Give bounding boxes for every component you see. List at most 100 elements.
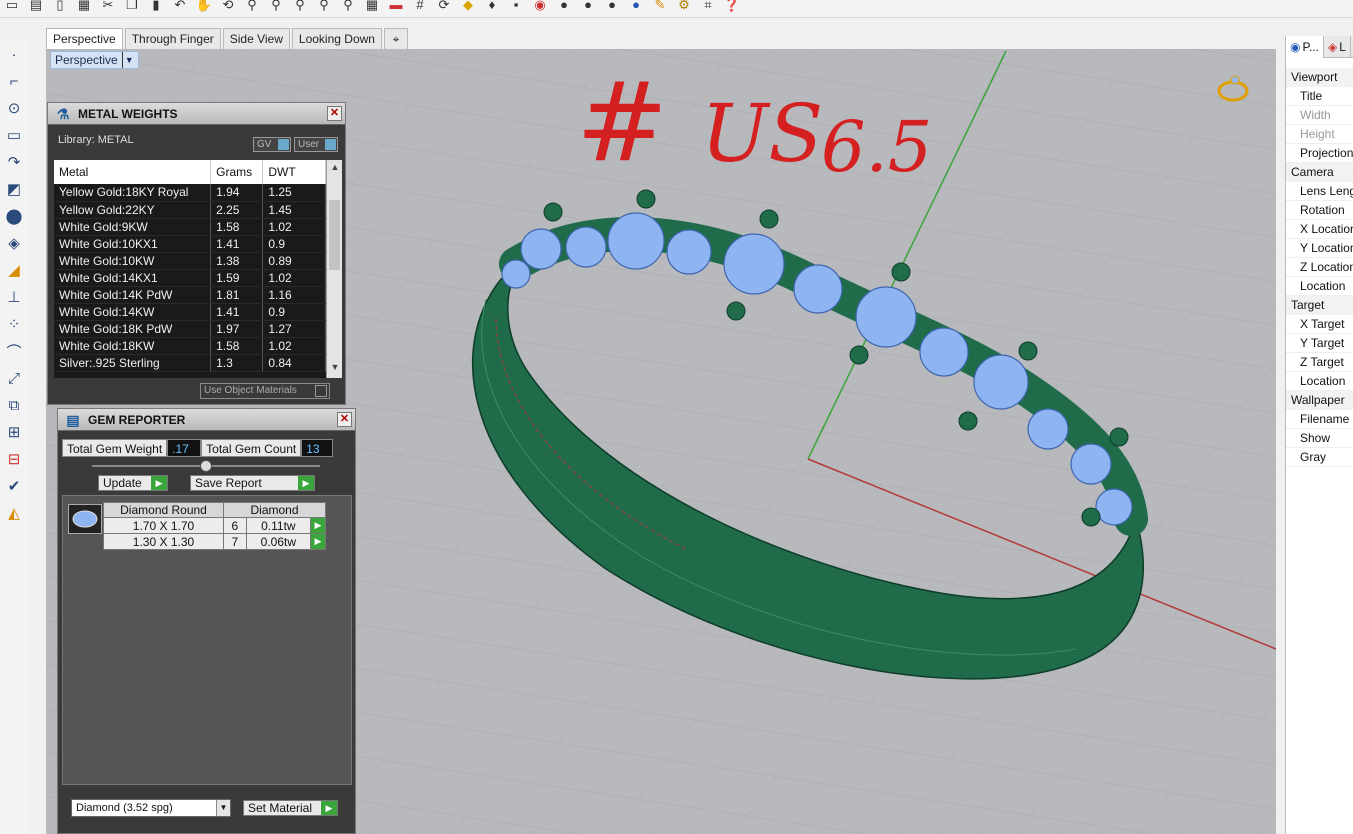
viewport-title-dropdown[interactable]: Perspective ▼ [50,51,139,69]
tab-layers[interactable]: ◈ L [1324,36,1351,58]
property-item[interactable]: Z Target [1286,353,1353,372]
tab-looking-down[interactable]: Looking Down [291,28,382,49]
scroll-up-icon[interactable]: ▲ [327,162,342,176]
play-icon[interactable]: ▶ [298,476,314,490]
zoom-window-icon[interactable]: ⚲ [266,0,286,13]
mesh-icon[interactable]: ♦ [482,0,502,13]
light-icon[interactable]: ◆ [458,0,478,13]
property-item[interactable]: Filename [1286,410,1353,429]
rectangle-icon[interactable]: ▭ [3,123,25,147]
node-icon[interactable]: ⌗ [698,0,718,13]
arc-icon[interactable]: ↷ [3,150,25,174]
tab-side-view[interactable]: Side View [222,28,290,49]
fillet-icon[interactable]: ⌒ [3,339,25,363]
property-item[interactable]: Height [1286,125,1353,144]
point-icon[interactable]: · [3,42,25,66]
table-row[interactable]: White Gold:14K PdW 1.81 1.16 [54,286,326,304]
paste-icon[interactable]: ▮ [146,0,166,13]
cut-icon[interactable]: ✂ [98,0,118,13]
render-sphere-icon[interactable]: ● [602,0,622,13]
property-item[interactable]: Z Location [1286,258,1353,277]
sphere-icon[interactable]: ● [554,0,574,13]
print-icon[interactable]: ▦ [74,0,94,13]
scale-icon[interactable]: ⤢ [3,366,25,390]
array-icon[interactable]: ⁘ [3,312,25,336]
property-item[interactable]: Rotation [1286,201,1353,220]
select-gems-icon[interactable]: ▶ [310,517,326,534]
table-row[interactable]: White Gold:18K PdW 1.97 1.27 [54,320,326,338]
property-item[interactable]: Title [1286,87,1353,106]
save-report-button[interactable]: Save Report ▶ [190,475,315,491]
ellipse-icon[interactable]: ⊙ [3,96,25,120]
chevron-down-icon[interactable]: ▼ [216,800,230,816]
table-row[interactable]: 1.70 X 1.70 6 0.11tw ▶ [103,517,326,534]
table-row[interactable]: White Gold:14KW 1.41 0.9 [54,303,326,321]
property-item[interactable]: X Location [1286,220,1353,239]
use-object-materials-checkbox[interactable]: Use Object Materials [200,383,330,399]
property-item[interactable]: Location [1286,277,1353,296]
zoom-icon[interactable]: ⚲ [242,0,262,13]
grid-icon[interactable]: # [410,0,430,13]
select-gems-icon[interactable]: ▶ [310,533,326,550]
check-icon[interactable]: ✔ [3,474,25,498]
table-row[interactable]: 1.30 X 1.30 7 0.06tw ▶ [103,533,326,550]
set-material-button[interactable]: Set Material ▶ [243,800,338,816]
table-row[interactable]: White Gold:18KW 1.58 1.02 [54,337,326,355]
property-item[interactable]: Lens Length [1286,182,1353,201]
open-icon[interactable]: ▤ [26,0,46,13]
car-icon[interactable]: ▬ [386,0,406,13]
sphere-blue-icon[interactable]: ● [626,0,646,13]
checkbox-icon[interactable] [315,385,327,397]
zoom-extents-icon[interactable]: ⚲ [290,0,310,13]
undo-icon[interactable]: ↶ [170,0,190,13]
gem-tool-icon[interactable]: ⊟ [3,447,25,471]
table-row[interactable]: White Gold:9KW 1.58 1.02 [54,218,326,236]
help-icon[interactable]: ❓ [722,0,742,13]
mesh-tool-icon[interactable]: ◈ [3,231,25,255]
property-item[interactable]: Gray [1286,448,1353,467]
table-row[interactable]: Yellow Gold:18KY Royal 1.94 1.25 [54,184,326,202]
property-item[interactable]: Y Target [1286,334,1353,353]
rotate-icon[interactable]: ⟲ [218,0,238,13]
color-wheel-icon[interactable]: ◉ [530,0,550,13]
update-button[interactable]: Update ▶ [98,475,168,491]
close-icon[interactable]: ✕ [337,412,352,427]
transform-icon[interactable]: ◢ [3,258,25,282]
new-icon[interactable]: ▭ [2,0,22,13]
brush-icon[interactable]: ✎ [650,0,670,13]
table-row[interactable]: White Gold:10KW 1.38 0.89 [54,252,326,270]
metal-table-scrollbar[interactable]: ▲ ▼ [326,160,342,378]
mirror-icon[interactable]: ⧉ [3,393,25,417]
gem-slider[interactable] [92,460,320,472]
paint-icon[interactable]: ◭ [3,501,25,525]
tab-perspective[interactable]: Perspective [46,28,123,49]
column-header-dwt[interactable]: DWT [262,160,326,184]
solid-icon[interactable]: ⬤ [3,204,25,228]
tab-through-finger[interactable]: Through Finger [124,28,221,49]
property-item[interactable]: Width [1286,106,1353,125]
property-item[interactable]: X Target [1286,315,1353,334]
table-row[interactable]: White Gold:14KX1 1.59 1.02 [54,269,326,287]
gear-icon[interactable]: ⚙ [674,0,694,13]
column-header-grams[interactable]: Grams [210,160,264,184]
snap-icon[interactable]: ⟳ [434,0,454,13]
play-icon[interactable]: ▶ [151,476,167,490]
sphere-shaded-icon[interactable]: ● [578,0,598,13]
table-row[interactable]: Yellow Gold:22KY 2.25 1.45 [54,201,326,219]
property-item[interactable]: Location [1286,372,1353,391]
property-item[interactable]: Show [1286,429,1353,448]
gem-reporter-titlebar[interactable]: ▤ GEM REPORTER ✕ [58,409,355,431]
table-row[interactable]: White Gold:10KX1 1.41 0.9 [54,235,326,253]
zoom-out-icon[interactable]: ⚲ [338,0,358,13]
close-icon[interactable]: ✕ [327,106,342,121]
surface-icon[interactable]: ◩ [3,177,25,201]
property-item[interactable]: Projection [1286,144,1353,163]
analyze-icon[interactable]: ⊞ [3,420,25,444]
property-item[interactable]: Y Location [1286,239,1353,258]
scroll-thumb[interactable] [329,200,340,270]
material-select[interactable]: Diamond (3.52 spg) ▼ [71,799,231,817]
copy-icon[interactable]: ❐ [122,0,142,13]
zoom-selected-icon[interactable]: ⚲ [314,0,334,13]
chevron-down-icon[interactable]: ▼ [121,52,134,68]
metal-weights-titlebar[interactable]: ⚗ METAL WEIGHTS ✕ [48,103,345,125]
